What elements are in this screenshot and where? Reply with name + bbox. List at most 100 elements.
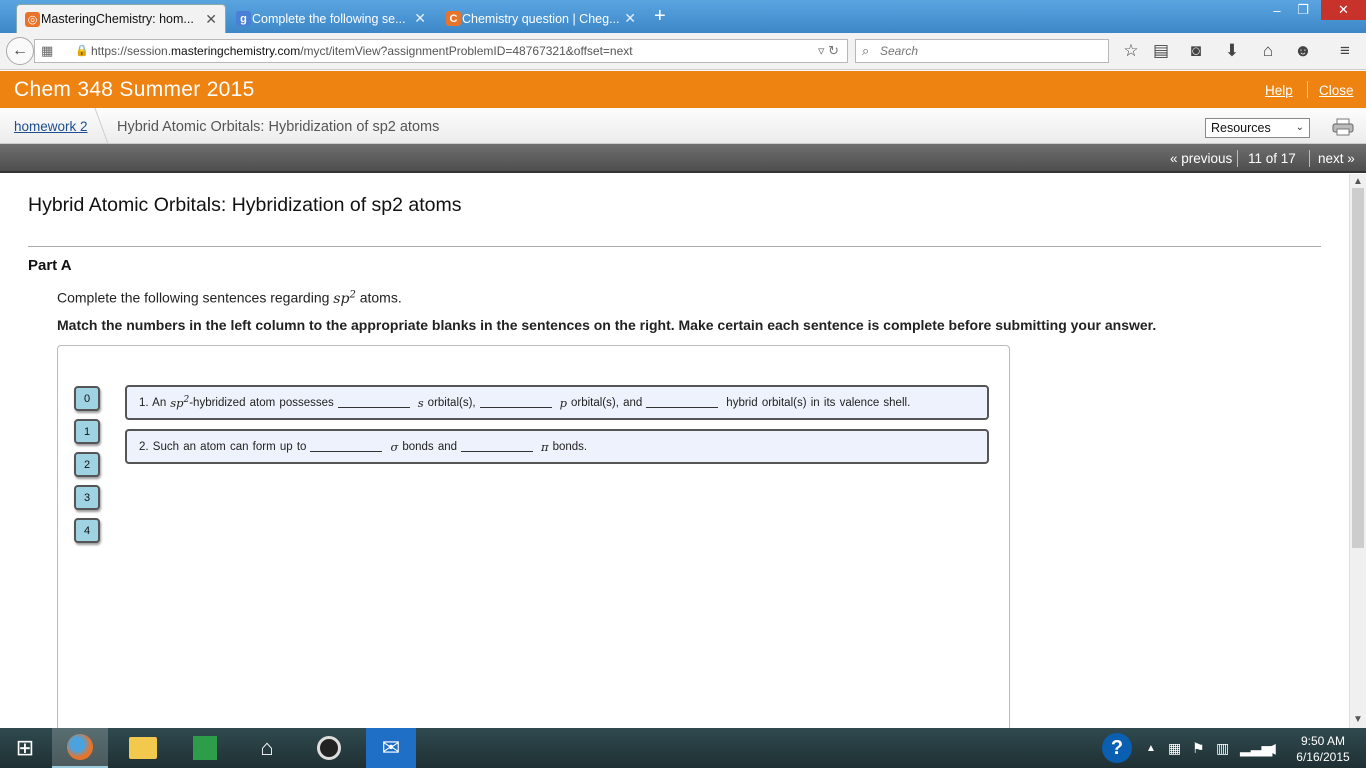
home-icon[interactable]: ⌂ [1257,40,1279,62]
scroll-up-icon[interactable]: ▲ [1353,176,1363,187]
sentence-1-part1: -hybridized atom possesses [189,396,334,409]
sentence-1-math: sp2 [170,395,189,410]
course-header: Chem 348 Summer 2015 Help Close [0,71,1366,108]
sentence-1-math-base: sp [170,395,184,410]
google-icon: g [236,11,251,26]
tab-chegg[interactable]: C Chemistry question | Cheg... ✕ [438,4,644,33]
store-icon[interactable] [180,728,230,768]
search-placeholder: Search [880,44,919,58]
menu-icon[interactable]: ≡ [1334,40,1356,62]
page-title: Hybrid Atomic Orbitals: Hybridization of… [28,194,462,216]
show-hidden-icons-icon[interactable]: ▲ [1146,743,1156,754]
firefox-icon[interactable] [52,728,108,768]
drag-number-4[interactable]: 4 [74,518,100,543]
intro-text: Complete the following sentences regardi… [57,289,402,307]
next-link[interactable]: next » [1318,151,1355,166]
header-divider [1307,81,1308,98]
home-app-icon[interactable]: ⌂ [242,728,292,768]
blank-s-orbitals[interactable] [337,398,410,408]
reading-list-icon[interactable]: ▤ [1150,40,1172,62]
pocket-icon[interactable]: ◙ [1185,40,1207,62]
action-center-flag-icon[interactable]: ⚑ [1192,740,1205,757]
tab-google[interactable]: g Complete the following se... ✕ [228,4,434,33]
site-identity-icon[interactable]: ▦ [41,43,53,59]
url-bar[interactable]: ▦ 🔒 https://session. masteringchemistry.c… [34,39,848,63]
windows-taskbar: ⊞ ⌂ ✉ ? ▲ ▦ ⚑ ▥ ▂▃▅ ◀ 9:50 AM 6/16/2015 [0,728,1366,768]
sentence-1-part3: orbital(s), and [570,396,643,409]
file-explorer-icon[interactable] [118,728,168,768]
url-domain: masteringchemistry.com [171,44,301,58]
pager-position: 11 of 17 [1248,151,1296,166]
url-path: /myct/itemView?assignmentProblemID=48767… [300,44,633,58]
pager-divider [1309,150,1310,167]
pager-bar: « previous 11 of 17 next » [0,144,1366,173]
search-input[interactable]: ⌕ Search [855,39,1109,63]
intro-before: Complete the following sentences regardi… [57,289,330,306]
hello-icon[interactable]: ☻ [1292,40,1314,62]
blank-hybrid-orbitals[interactable] [646,398,719,408]
help-question-icon[interactable]: ? [1092,728,1142,768]
intro-after: atoms. [359,289,402,306]
problem-content: Hybrid Atomic Orbitals: Hybridization of… [0,174,1349,728]
new-tab-icon[interactable]: + [654,5,666,28]
close-tab-icon[interactable]: ✕ [624,10,636,27]
matching-panel: 0 1 2 3 4 1. An sp2 -hybridized atom pos… [57,345,1010,728]
restore-icon[interactable]: ❐ [1292,0,1314,20]
intro-math: sp2 [333,289,356,307]
download-icon[interactable]: ⬇ [1221,40,1243,62]
sentence-2-part2: bonds. [552,440,588,453]
drag-number-3[interactable]: 3 [74,485,100,510]
minimize-icon[interactable]: – [1266,0,1288,20]
page-scrollbar[interactable]: ▲ ▼ [1349,174,1366,728]
close-window-icon[interactable]: ✕ [1321,0,1366,20]
back-arrow-icon[interactable]: ← [6,37,34,65]
divider [28,246,1321,247]
bookmark-star-icon[interactable]: ☆ [1120,40,1142,62]
browser-tab-strip: ◎ MasteringChemistry: hom... ✕ g Complet… [0,0,1366,33]
mastering-icon: ◎ [25,12,40,27]
clock-date: 6/16/2015 [1296,750,1350,764]
close-tab-icon[interactable]: ✕ [205,11,217,28]
intro-math-sup: 2 [349,289,356,300]
blank-p-orbitals[interactable] [479,398,552,408]
sentence-1-start: 1. An [139,396,167,409]
sentence-2: 2. Such an atom can form up to σ bonds a… [125,429,989,464]
blank-sigma-bonds[interactable] [310,442,383,452]
drag-number-1[interactable]: 1 [74,419,100,444]
course-title: Chem 348 Summer 2015 [14,78,255,101]
close-tab-icon[interactable]: ✕ [414,10,426,27]
url-prefix: https://session. [91,44,172,58]
system-clock[interactable]: 9:50 AM 6/16/2015 [1290,733,1356,765]
print-icon[interactable] [1332,118,1354,136]
sentence-1-part4: hybrid orbital(s) in its valence shell. [726,396,911,409]
pi-symbol: π [541,439,549,454]
windows-start-icon[interactable]: ⊞ [0,728,50,768]
volume-muted-icon[interactable]: ◀ [1265,740,1276,757]
scroll-down-icon[interactable]: ▼ [1353,714,1363,725]
network-icon[interactable]: ▥ [1216,740,1229,757]
mail-icon[interactable]: ✉ [366,728,416,768]
blank-pi-bonds[interactable] [461,442,534,452]
sentence-2-start: 2. Such an atom can form up to [139,440,307,453]
s-symbol: s [417,395,424,410]
resources-label: Resources [1211,121,1271,135]
sigma-symbol: σ [390,439,399,454]
reload-icon[interactable]: ▿ ↻ [818,43,839,59]
close-link[interactable]: Close [1319,83,1354,98]
resources-select[interactable]: Resources ⌄ [1205,118,1310,138]
chevron-down-icon: ⌄ [1295,122,1304,133]
tab-masteringchemistry[interactable]: ◎ MasteringChemistry: hom... ✕ [16,4,226,33]
breadcrumb-homework-link[interactable]: homework 2 [14,119,88,134]
drag-number-2[interactable]: 2 [74,452,100,477]
help-link[interactable]: Help [1265,83,1293,98]
sentence-1: 1. An sp2 -hybridized atom possesses s o… [125,385,989,420]
tray-app-icon[interactable]: ▦ [1168,740,1181,757]
search-icon: ⌕ [862,43,870,58]
media-app-icon[interactable] [304,728,354,768]
previous-link[interactable]: « previous [1170,151,1232,166]
lock-icon: 🔒 [75,45,89,57]
scrollbar-thumb[interactable] [1352,188,1364,548]
drag-number-0[interactable]: 0 [74,386,100,411]
sentence-2-part1: bonds and [402,440,458,453]
tab-label: Chemistry question | Cheg... [462,11,620,26]
